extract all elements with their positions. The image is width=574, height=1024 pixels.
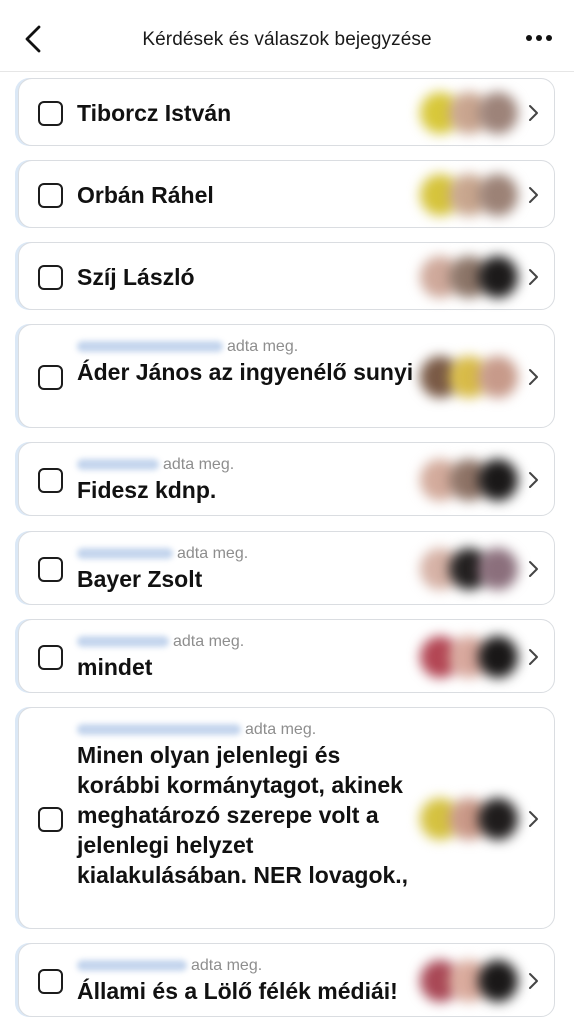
answer-text-block: adta meg. Bayer Zsolt <box>77 544 422 594</box>
avatar <box>478 548 518 590</box>
blurred-username <box>77 636 169 648</box>
answer-label: Minen olyan jelenlegi és korábbi kormány… <box>77 742 409 888</box>
avatar <box>478 174 518 216</box>
answer-text-block: adta meg. Fidesz kdnp. <box>77 455 422 505</box>
blurred-username <box>77 960 187 972</box>
submitted-by-label: adta meg. <box>177 545 249 562</box>
checkbox-empty-icon[interactable] <box>38 806 63 832</box>
submitted-by-label: adta meg. <box>163 456 235 473</box>
chevron-right-icon <box>529 472 538 488</box>
answer-option[interactable]: Szíj László <box>18 242 555 310</box>
avatar <box>478 92 518 134</box>
submitter-line: adta meg. <box>77 956 422 976</box>
blurred-username <box>77 548 173 560</box>
checkbox-empty-icon[interactable] <box>38 364 63 390</box>
answer-label: Szíj László <box>77 264 195 290</box>
blurred-username <box>77 341 223 353</box>
voter-avatars <box>420 636 518 678</box>
avatar <box>478 636 518 678</box>
answer-option[interactable]: adta meg. Áder János az ingyenélő sunyi <box>18 324 555 428</box>
submitter-line: adta meg. <box>77 544 422 564</box>
submitter-line: adta meg. <box>77 632 422 652</box>
voter-avatars <box>420 356 518 398</box>
answer-label: Áder János az ingyenélő sunyi <box>77 359 414 385</box>
chevron-right-icon <box>529 973 538 989</box>
answer-text-block: Orbán Ráhel <box>77 180 422 210</box>
answer-text-block: adta meg. Állami és a Lölő félék médiái! <box>77 956 422 1006</box>
answer-option[interactable]: Tiborcz István <box>18 78 555 146</box>
answer-option[interactable]: adta meg. Minen olyan jelenlegi és korább… <box>18 707 555 929</box>
checkbox-empty-icon[interactable] <box>38 182 63 208</box>
answer-text-block: Szíj László <box>77 262 422 292</box>
avatar <box>478 256 518 298</box>
submitted-by-label: adta meg. <box>173 633 245 650</box>
page-title: Kérdések és válaszok bejegyzése <box>142 29 432 50</box>
blurred-username <box>77 459 159 471</box>
submitter-line: adta meg. <box>77 455 422 475</box>
avatar <box>478 459 518 501</box>
answer-option[interactable]: Orbán Ráhel <box>18 160 555 228</box>
checkbox-empty-icon[interactable] <box>38 467 63 493</box>
chevron-right-icon <box>529 369 538 385</box>
submitted-by-label: adta meg. <box>245 721 317 738</box>
answer-text-block: adta meg. mindet <box>77 632 422 682</box>
voter-avatars <box>420 92 518 134</box>
answer-option[interactable]: adta meg. Bayer Zsolt <box>18 531 555 605</box>
voter-avatars <box>420 256 518 298</box>
submitted-by-label: adta meg. <box>191 957 263 974</box>
avatar <box>478 798 518 840</box>
chevron-right-icon <box>529 561 538 577</box>
more-horizontal-icon <box>526 35 552 41</box>
chevron-right-icon <box>529 187 538 203</box>
answer-option[interactable]: adta meg. mindet <box>18 619 555 693</box>
answer-label: Fidesz kdnp. <box>77 477 217 503</box>
answer-option[interactable]: adta meg. Állami és a Lölő félék médiái! <box>18 943 555 1017</box>
answer-option[interactable]: adta meg. Fidesz kdnp. <box>18 442 555 516</box>
top-bar: Kérdések és válaszok bejegyzése <box>0 0 574 72</box>
answer-label: mindet <box>77 654 153 680</box>
checkbox-empty-icon[interactable] <box>38 968 63 994</box>
checkbox-empty-icon[interactable] <box>38 100 63 126</box>
chevron-right-icon <box>529 649 538 665</box>
avatar <box>478 960 518 1002</box>
checkbox-empty-icon[interactable] <box>38 644 63 670</box>
answer-label: Tiborcz István <box>77 100 232 126</box>
voter-avatars <box>420 960 518 1002</box>
submitted-by-label: adta meg. <box>227 338 299 355</box>
answer-label: Bayer Zsolt <box>77 566 203 592</box>
blurred-username <box>77 724 241 736</box>
answer-label: Állami és a Lölő félék médiái! <box>77 978 398 1004</box>
more-options-button[interactable] <box>524 28 554 48</box>
avatar <box>478 356 518 398</box>
voter-avatars <box>420 459 518 501</box>
answer-text-block: adta meg. Áder János az ingyenélő sunyi <box>77 337 422 387</box>
answer-text-block: adta meg. Minen olyan jelenlegi és korább… <box>77 720 422 890</box>
checkbox-empty-icon[interactable] <box>38 264 63 290</box>
voter-avatars <box>420 548 518 590</box>
answer-text-block: Tiborcz István <box>77 98 422 128</box>
voter-avatars <box>420 174 518 216</box>
chevron-right-icon <box>529 105 538 121</box>
voter-avatars <box>420 798 518 840</box>
chevron-right-icon <box>529 269 538 285</box>
answer-label: Orbán Ráhel <box>77 182 214 208</box>
chevron-right-icon <box>529 811 538 827</box>
submitter-line: adta meg. <box>77 337 422 357</box>
checkbox-empty-icon[interactable] <box>38 556 63 582</box>
submitter-line: adta meg. <box>77 720 422 740</box>
